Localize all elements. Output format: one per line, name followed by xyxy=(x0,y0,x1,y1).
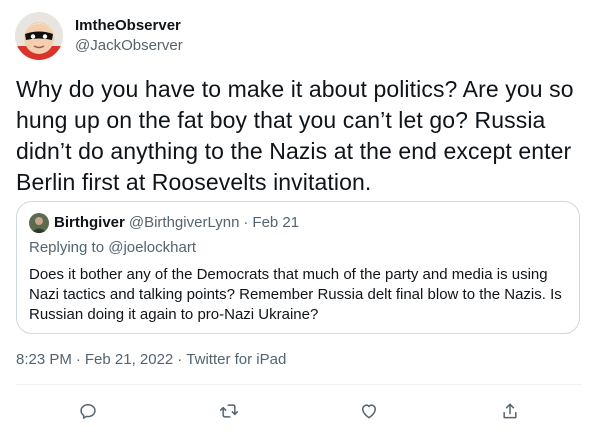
tweet-text: Why do you have to make it about politic… xyxy=(16,76,574,195)
quoted-tweet-header: Birthgiver @BirthgiverLynn · Feb 21 xyxy=(29,213,299,233)
reply-button[interactable] xyxy=(75,398,101,424)
quoted-tweet-text: Does it bother any of the Democrats that… xyxy=(29,266,562,323)
tweet-source[interactable]: Twitter for iPad xyxy=(186,351,286,368)
share-icon xyxy=(503,403,517,419)
tweet-meta: 8:23 PM · Feb 21, 2022 · Twitter for iPad xyxy=(16,350,286,370)
author-display-name[interactable]: ImtheObserver xyxy=(75,16,183,36)
replying-to-mention: @joelockhart xyxy=(108,239,196,256)
quoted-separator: · xyxy=(243,214,249,231)
quoted-display-name: Birthgiver xyxy=(54,214,125,231)
action-bar xyxy=(0,398,598,424)
tweet-date[interactable]: Feb 21, 2022 xyxy=(85,351,173,368)
like-button[interactable] xyxy=(356,398,382,424)
heart-icon xyxy=(362,404,376,419)
retweet-button[interactable] xyxy=(216,398,242,424)
tweet-card: ImtheObserver @JackObserver Why do you h… xyxy=(0,0,598,434)
author-names: ImtheObserver @JackObserver xyxy=(75,16,183,56)
retweet-icon xyxy=(219,404,239,418)
quoted-author-avatar xyxy=(29,213,49,233)
replying-prefix: Replying to xyxy=(29,239,105,256)
tweet-header: ImtheObserver @JackObserver xyxy=(15,12,183,60)
meta-separator: · xyxy=(177,351,183,368)
quoted-tweet[interactable]: Birthgiver @BirthgiverLynn · Feb 21 Repl… xyxy=(16,201,580,334)
share-button[interactable] xyxy=(497,398,523,424)
comment-icon xyxy=(80,404,96,419)
author-handle[interactable]: @JackObserver xyxy=(75,36,183,56)
tweet-time[interactable]: 8:23 PM xyxy=(16,351,72,368)
quoted-replying-line: Replying to @joelockhart xyxy=(29,238,196,258)
quoted-handle: @BirthgiverLynn xyxy=(128,214,240,231)
author-avatar[interactable] xyxy=(15,12,63,60)
meta-separator: · xyxy=(75,351,81,368)
quoted-date: Feb 21 xyxy=(252,214,300,231)
divider xyxy=(16,384,582,385)
